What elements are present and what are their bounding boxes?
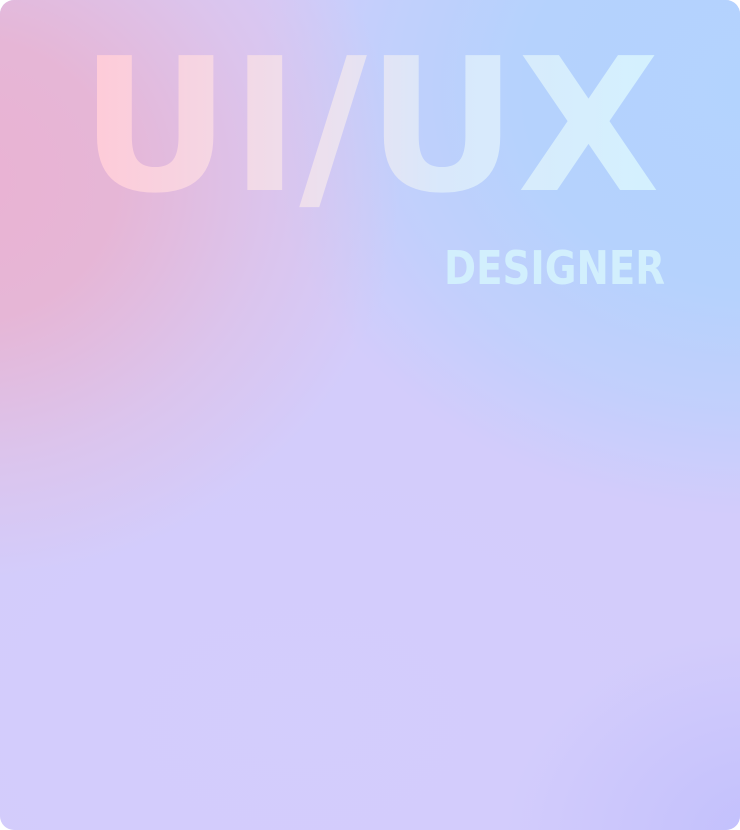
- hero-card: UI/UX DESIGNER: [0, 0, 740, 830]
- headline-subtitle: DESIGNER: [444, 241, 665, 295]
- headline-title: UI/UX: [80, 18, 660, 234]
- headline-graphic: UI/UX DESIGNER: [80, 18, 665, 295]
